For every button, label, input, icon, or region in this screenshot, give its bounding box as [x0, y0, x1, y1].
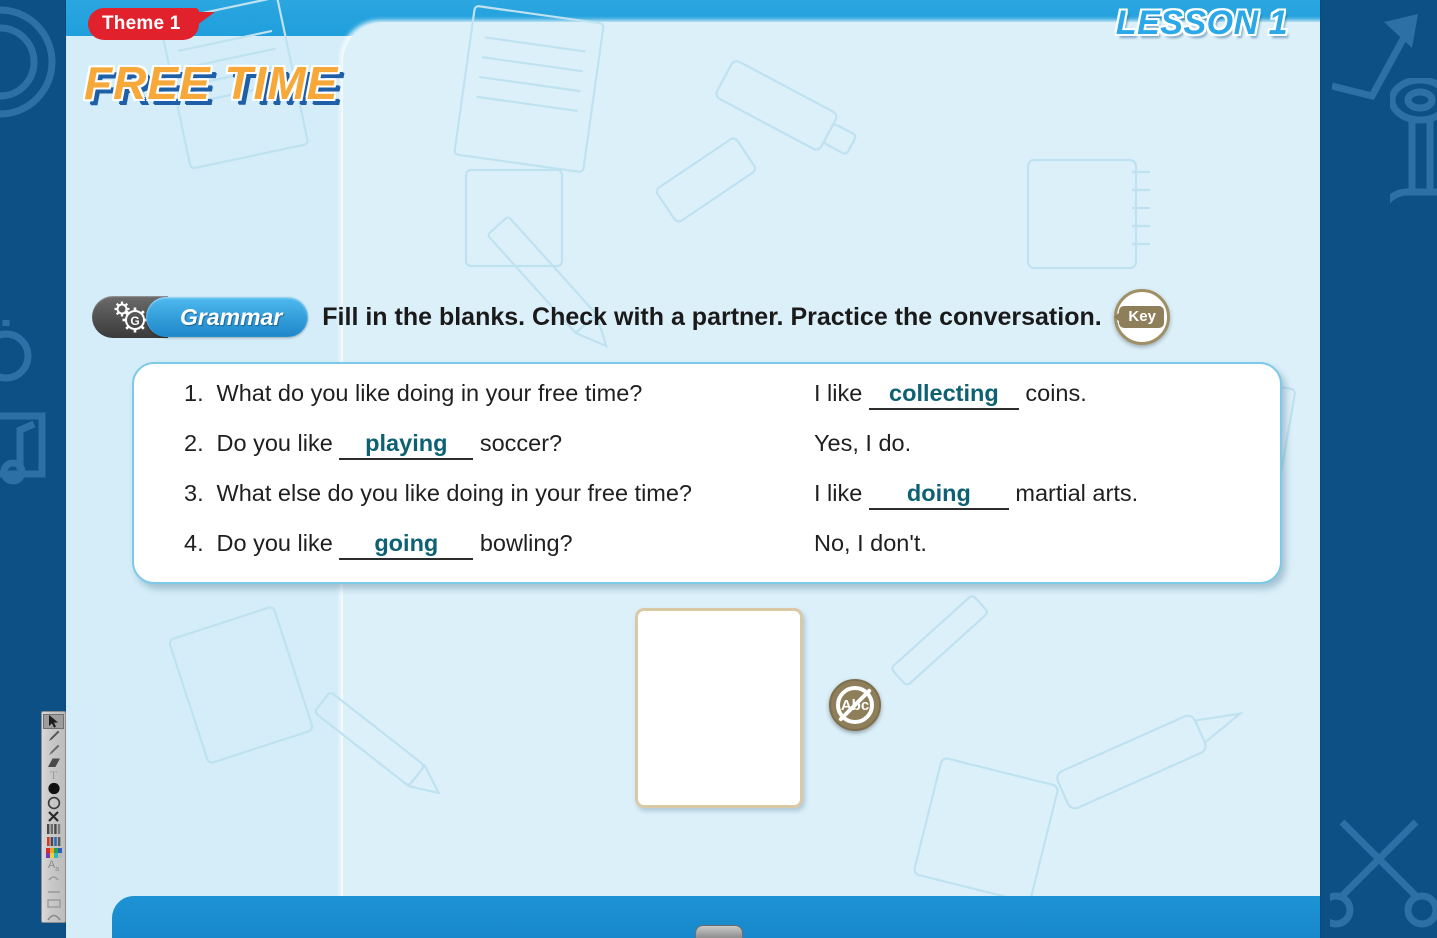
question-cell: 4. Do you like going bowling? — [134, 530, 814, 560]
bottom-handle[interactable] — [694, 925, 743, 938]
abc-ring: Abc — [836, 686, 874, 724]
line-icon[interactable] — [43, 885, 64, 897]
answer-prefix: I like — [814, 480, 863, 506]
image-placeholder-card[interactable] — [635, 608, 803, 808]
table-row: 2. Do you like playing soccer? Yes, I do… — [134, 430, 1280, 480]
table-row: 3. What else do you like doing in your f… — [134, 480, 1280, 530]
shape-icon[interactable] — [43, 897, 64, 909]
key-button-label: Key — [1119, 306, 1164, 328]
highlighter-icon[interactable] — [43, 743, 64, 757]
wallpaper-lamp-art — [1390, 78, 1437, 204]
question-number: 1. — [184, 380, 204, 406]
question-cell: 1. What do you like doing in your free t… — [134, 380, 814, 407]
wallpaper-scissors-art — [1330, 819, 1437, 928]
curve-icon[interactable] — [43, 910, 64, 922]
table-row: 1. What do you like doing in your free t… — [134, 380, 1280, 430]
skill-pill-label: Grammar — [180, 303, 283, 330]
drawing-toolbar[interactable]: T Aa — [41, 711, 66, 923]
answer-blank[interactable]: collecting — [868, 380, 1019, 410]
pen-icon[interactable] — [43, 729, 64, 743]
answer-cell: Yes, I do. — [814, 430, 911, 457]
instruction-text: Fill in the blanks. Check with a partner… — [322, 302, 1102, 331]
question-number: 3. — [184, 480, 204, 506]
theme-badge: Theme 1 — [88, 8, 214, 40]
outline-circle-icon[interactable] — [43, 796, 64, 810]
question-text: What do you like doing in your free time… — [216, 380, 643, 406]
instruction-row: G Grammar Fill in the blanks. Check with… — [92, 289, 1170, 345]
answer-cell: I like doing martial arts. — [814, 480, 1138, 510]
answer-suffix: martial arts. — [1015, 480, 1139, 506]
application-window: Theme 1 FREE TIME LESSON 1 G Grammar Fil… — [0, 0, 1437, 938]
answer-prefix: Yes, I do. — [814, 430, 912, 456]
exercise-card: 1. What do you like doing in your free t… — [132, 362, 1282, 584]
color-palette-icon[interactable] — [43, 847, 64, 859]
answer-suffix: coins. — [1025, 380, 1087, 406]
lesson-page: Theme 1 FREE TIME LESSON 1 G Grammar Fil… — [66, 0, 1320, 938]
answer-prefix: No, I don't. — [814, 530, 927, 556]
question-blank[interactable]: playing — [339, 430, 474, 460]
bars-icon[interactable] — [43, 835, 64, 847]
answer-cell: I like collecting coins. — [814, 380, 1087, 410]
text-size-icon[interactable]: Aa — [43, 859, 64, 873]
select-cursor-icon[interactable] — [43, 714, 64, 729]
close-x-icon[interactable] — [43, 810, 64, 823]
text-tool-icon[interactable]: T — [43, 769, 64, 781]
answer-cell: No, I don't. — [814, 530, 927, 557]
theme-badge-label: Theme 1 — [102, 13, 181, 34]
key-button[interactable]: Key — [1113, 289, 1170, 345]
table-row: 4. Do you like going bowling? No, I don'… — [134, 530, 1280, 580]
answer-blank[interactable]: doing — [868, 480, 1009, 510]
question-cell: 2. Do you like playing soccer? — [134, 430, 814, 460]
page-title: FREE TIME — [84, 57, 339, 109]
question-number: 2. — [184, 430, 204, 456]
undo-icon[interactable] — [43, 873, 64, 885]
question-cell: 3. What else do you like doing in your f… — [134, 480, 814, 507]
question-text: Do you like — [216, 530, 333, 556]
answer-prefix: I like — [814, 380, 863, 406]
question-number: 4. — [184, 530, 204, 556]
svg-text:G: G — [130, 314, 139, 328]
question-suffix: soccer? — [479, 430, 563, 456]
no-text-abc-button[interactable]: Abc — [829, 679, 881, 731]
skill-chip: G Grammar — [92, 296, 309, 338]
columns-icon[interactable] — [43, 823, 64, 835]
skill-pill: Grammar — [146, 297, 309, 337]
question-blank[interactable]: going — [339, 530, 474, 560]
question-text: What else do you like doing in your free… — [216, 480, 693, 506]
eraser-icon[interactable] — [43, 757, 64, 769]
filled-circle-icon[interactable] — [43, 782, 64, 796]
lesson-badge: LESSON 1 — [1115, 4, 1288, 42]
question-suffix: bowling? — [479, 530, 573, 556]
question-text: Do you like — [216, 430, 333, 456]
